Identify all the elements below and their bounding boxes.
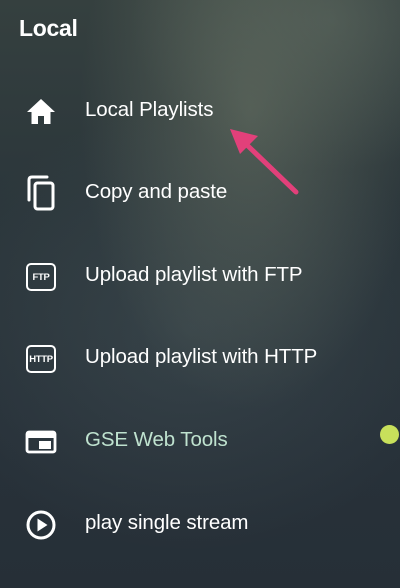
menu-item-gse-web-tools[interactable]: GSE Web Tools [0, 410, 380, 470]
menu-item-label: Upload playlist with HTTP [85, 345, 318, 368]
web-tools-icon [24, 425, 58, 459]
page-indicator-dot [380, 425, 399, 444]
menu-item-copy-and-paste[interactable]: Copy and paste [0, 162, 380, 222]
menu-item-upload-http[interactable]: HTTP Upload playlist with HTTP [0, 327, 380, 387]
side-menu: Local Local Playlists Copy and paste FTP… [0, 0, 400, 588]
http-icon: HTTP [24, 342, 58, 376]
menu-item-play-single-stream[interactable]: play single stream [0, 493, 380, 553]
menu-item-label: Copy and paste [85, 180, 228, 203]
http-badge: HTTP [26, 345, 56, 373]
menu-item-label: Upload playlist with FTP [85, 263, 303, 286]
menu-item-local-playlists[interactable]: Local Playlists [0, 80, 380, 140]
section-header-local: Local [19, 15, 78, 41]
ftp-badge: FTP [26, 263, 56, 291]
menu-item-label: Local Playlists [85, 98, 214, 121]
menu-item-label: GSE Web Tools [85, 428, 228, 451]
home-icon [24, 95, 58, 129]
menu-item-label: play single stream [85, 511, 249, 534]
menu-item-upload-ftp[interactable]: FTP Upload playlist with FTP [0, 245, 380, 305]
copy-icon [24, 175, 58, 211]
ftp-icon: FTP [24, 260, 58, 294]
play-circle-icon [24, 508, 58, 542]
